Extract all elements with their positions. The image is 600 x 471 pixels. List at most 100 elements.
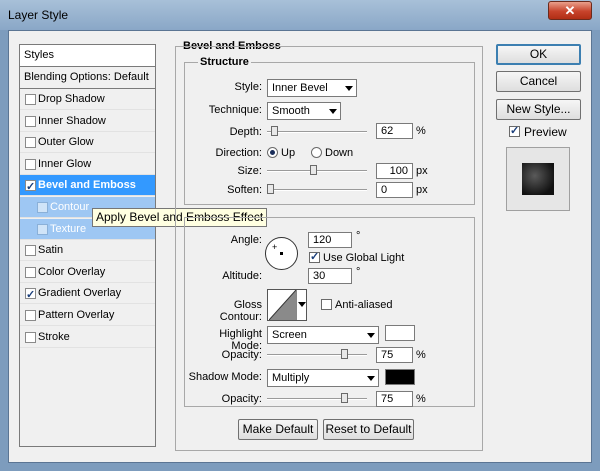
style-item-inner-shadow[interactable]: Inner Shadow <box>20 111 155 132</box>
angle-dial[interactable]: + <box>265 237 298 270</box>
shadow-opacity-slider[interactable] <box>267 393 367 403</box>
altitude-unit: ° <box>356 266 361 278</box>
highlight-mode-value: Screen <box>272 329 307 341</box>
style-item-satin[interactable]: Satin <box>20 240 155 262</box>
style-item-bevel-and-emboss[interactable]: Bevel and Emboss <box>20 175 155 198</box>
preview-thumbnail <box>522 163 554 195</box>
direction-up-label: Up <box>281 147 296 159</box>
style-item-label: Drop Shadow <box>38 93 105 105</box>
style-item-checkbox[interactable] <box>25 137 36 149</box>
direction-label: Direction: <box>215 147 262 159</box>
style-value: Inner Bevel <box>272 82 328 94</box>
style-item-label: Inner Shadow <box>38 114 106 127</box>
shadow-color-swatch[interactable] <box>385 369 415 385</box>
anti-aliased-checkbox[interactable] <box>321 299 332 310</box>
altitude-input[interactable]: 30 <box>308 268 352 284</box>
highlight-mode-select[interactable]: Screen <box>267 326 379 344</box>
technique-select[interactable]: Smooth <box>267 102 341 120</box>
soften-label: Soften: <box>227 184 262 196</box>
make-default-button[interactable]: Make Default <box>238 419 318 440</box>
use-global-light-checkbox[interactable] <box>309 250 320 263</box>
anti-aliased-label: Anti-aliased <box>335 299 393 311</box>
style-item-label: Bevel and Emboss <box>38 179 136 192</box>
style-item-checkbox[interactable] <box>37 202 48 213</box>
size-slider-thumb[interactable] <box>310 165 317 175</box>
style-item-checkbox[interactable] <box>25 115 36 127</box>
cancel-button[interactable]: Cancel <box>496 71 581 92</box>
style-item-label: Inner Glow <box>38 157 92 170</box>
size-label: Size: <box>237 165 262 177</box>
gloss-contour-picker[interactable] <box>267 289 307 321</box>
style-item-checkbox[interactable] <box>37 223 48 235</box>
soften-input[interactable]: 0 <box>376 182 413 198</box>
use-global-light-label: Use Global Light <box>323 252 405 264</box>
chevron-down-icon <box>367 333 375 338</box>
close-button[interactable]: ✕ <box>548 1 592 20</box>
direction-down-label: Down <box>325 147 354 159</box>
style-item-checkbox[interactable] <box>25 158 36 170</box>
soften-slider-thumb[interactable] <box>267 184 274 194</box>
style-item-checkbox[interactable] <box>25 310 36 321</box>
highlight-opacity-thumb[interactable] <box>341 349 348 359</box>
blending-options-item[interactable]: Blending Options: Default <box>20 67 155 89</box>
reset-to-default-button[interactable]: Reset to Default <box>323 419 414 440</box>
style-item-checkbox[interactable] <box>25 177 36 198</box>
shadow-mode-select[interactable]: Multiply <box>267 369 379 387</box>
highlight-opacity-label: Opacity: <box>221 349 262 361</box>
ok-button[interactable]: OK <box>496 44 581 65</box>
depth-input[interactable]: 62 <box>376 123 413 139</box>
depth-slider-thumb[interactable] <box>271 126 278 136</box>
preview-swatch <box>506 147 570 211</box>
soften-unit: px <box>416 184 428 196</box>
style-label: Style: <box>234 81 262 93</box>
new-style-button[interactable]: New Style... <box>496 99 581 120</box>
structure-title: Structure <box>198 56 251 68</box>
style-select[interactable]: Inner Bevel <box>267 79 357 97</box>
style-item-inner-glow[interactable]: Inner Glow <box>20 154 155 175</box>
styles-list: Styles Blending Options: Default Drop Sh… <box>19 44 156 447</box>
style-item-label: Stroke <box>38 330 70 343</box>
shadow-mode-label: Shadow Mode: <box>188 371 262 383</box>
chevron-down-icon <box>345 86 353 91</box>
highlight-opacity-slider[interactable] <box>267 349 367 359</box>
size-input[interactable]: 100 <box>376 163 413 179</box>
shadow-opacity-label: Opacity: <box>221 393 262 405</box>
contour-preview-icon <box>269 290 296 320</box>
style-item-checkbox[interactable] <box>25 331 36 343</box>
shadow-opacity-input[interactable]: 75 <box>376 391 413 407</box>
depth-slider[interactable] <box>267 126 367 136</box>
style-item-label: Pattern Overlay <box>38 309 115 321</box>
highlight-opacity-input[interactable]: 75 <box>376 347 413 363</box>
style-item-checkbox[interactable] <box>25 285 36 306</box>
styles-header[interactable]: Styles <box>20 45 155 67</box>
dialog-body: Styles Blending Options: Default Drop Sh… <box>8 30 592 463</box>
angle-input[interactable]: 120 <box>308 232 352 248</box>
chevron-down-icon <box>298 302 306 307</box>
shadow-opacity-thumb[interactable] <box>341 393 348 403</box>
angle-crosshair-icon: + <box>272 242 278 252</box>
chevron-down-icon <box>329 109 337 114</box>
preview-checkbox[interactable] <box>509 124 520 137</box>
gloss-contour-label: Gloss Contour: <box>219 299 262 323</box>
shadow-mode-value: Multiply <box>272 372 310 384</box>
highlight-color-swatch[interactable] <box>385 325 415 341</box>
style-item-checkbox[interactable] <box>25 245 36 257</box>
size-unit: px <box>416 165 428 177</box>
direction-up-radio[interactable] <box>267 147 278 158</box>
style-item-gradient-overlay[interactable]: Gradient Overlay <box>20 283 155 306</box>
direction-down-radio[interactable] <box>311 147 322 158</box>
style-item-pattern-overlay[interactable]: Pattern Overlay <box>20 305 155 326</box>
style-item-stroke[interactable]: Stroke <box>20 327 155 348</box>
size-slider[interactable] <box>267 165 367 175</box>
soften-slider[interactable] <box>267 184 367 194</box>
style-item-label: Color Overlay <box>38 265 106 278</box>
style-item-drop-shadow[interactable]: Drop Shadow <box>20 89 155 110</box>
style-item-checkbox[interactable] <box>25 266 36 278</box>
style-item-label: Satin <box>38 244 64 257</box>
style-item-color-overlay[interactable]: Color Overlay <box>20 262 155 283</box>
shadow-opacity-unit: % <box>416 393 426 405</box>
style-item-checkbox[interactable] <box>25 94 36 105</box>
title-bar[interactable]: Layer Style ✕ <box>0 0 600 30</box>
style-item-outer-glow[interactable]: Outer Glow <box>20 132 155 154</box>
gloss-contour-dropdown[interactable] <box>296 290 307 320</box>
